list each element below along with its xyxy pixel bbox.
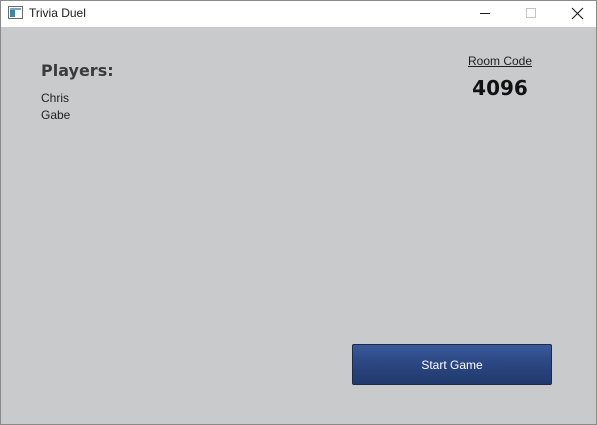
- room-code-label: Room Code: [467, 54, 533, 68]
- player-name: Gabe: [41, 108, 71, 122]
- start-game-button[interactable]: Start Game: [352, 344, 552, 385]
- title-bar[interactable]: Trivia Duel: [1, 1, 596, 27]
- minimize-button[interactable]: [462, 1, 508, 27]
- app-window: Trivia Duel Players: Chris Gabe Room Cod…: [0, 0, 597, 425]
- maximize-button[interactable]: [508, 1, 554, 27]
- lobby-panel: Players: Chris Gabe Room Code 4096 Start…: [1, 27, 596, 424]
- minimize-icon: [480, 13, 490, 14]
- close-icon: [571, 7, 584, 20]
- window-title: Trivia Duel: [29, 6, 86, 20]
- maximize-icon: [526, 8, 536, 18]
- player-name: Chris: [41, 91, 70, 105]
- room-code-value: 4096: [472, 76, 528, 100]
- players-heading: Players:: [41, 61, 114, 80]
- app-window-icon: [8, 6, 23, 19]
- close-button[interactable]: [554, 1, 597, 27]
- player-list: Chris Gabe: [41, 90, 70, 124]
